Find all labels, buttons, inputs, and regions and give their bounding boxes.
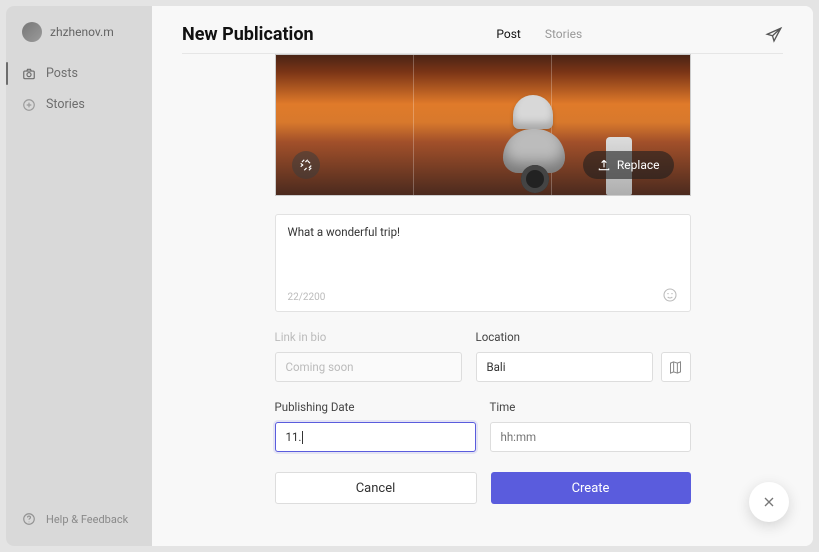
caption-text: What a wonderful trip! (288, 225, 678, 239)
caption-textarea[interactable]: What a wonderful trip! 22/2200 (275, 214, 691, 312)
close-button[interactable] (749, 482, 789, 522)
sidebar-item-posts[interactable]: Posts (6, 58, 152, 89)
sidebar-posts-label: Posts (46, 66, 78, 81)
link-bio-label: Link in bio (275, 330, 462, 344)
sidebar: zhzhenov.m Posts Stories Help & Feedback (6, 6, 152, 546)
help-icon (22, 512, 36, 526)
location-input[interactable] (476, 352, 653, 382)
caption-counter: 22/2200 (288, 292, 326, 303)
tab-stories[interactable]: Stories (545, 27, 582, 45)
share-icon[interactable] (765, 26, 783, 44)
plus-circle-icon (22, 98, 36, 112)
publishing-date-value: 11. (286, 430, 304, 444)
minimize-crop-button[interactable] (292, 151, 320, 179)
replace-label: Replace (617, 158, 660, 172)
camera-icon (22, 67, 36, 81)
avatar (22, 22, 42, 42)
map-icon-button[interactable] (661, 352, 691, 382)
tab-post[interactable]: Post (496, 27, 520, 45)
time-input[interactable] (490, 422, 691, 452)
sidebar-item-stories[interactable]: Stories (6, 89, 152, 120)
publishing-date-label: Publishing Date (275, 400, 476, 414)
create-button[interactable]: Create (491, 472, 691, 504)
page-title: New Publication (182, 24, 314, 45)
post-image-preview: Replace (275, 54, 691, 196)
sidebar-item-help[interactable]: Help & Feedback (6, 504, 152, 534)
publishing-date-input[interactable]: 11. (275, 422, 476, 452)
time-label: Time (490, 400, 691, 414)
username-label: zhzhenov.m (50, 25, 114, 39)
main-panel: New Publication Post Stories (152, 6, 813, 546)
sidebar-help-label: Help & Feedback (46, 513, 128, 526)
user-profile-row[interactable]: zhzhenov.m (6, 22, 152, 58)
link-bio-input: Coming soon (275, 352, 462, 382)
sidebar-stories-label: Stories (46, 97, 85, 112)
replace-button[interactable]: Replace (583, 151, 674, 179)
scooter-illustration (491, 89, 577, 195)
location-label: Location (476, 330, 691, 344)
emoji-icon[interactable] (662, 287, 680, 305)
cancel-button[interactable]: Cancel (275, 472, 477, 504)
